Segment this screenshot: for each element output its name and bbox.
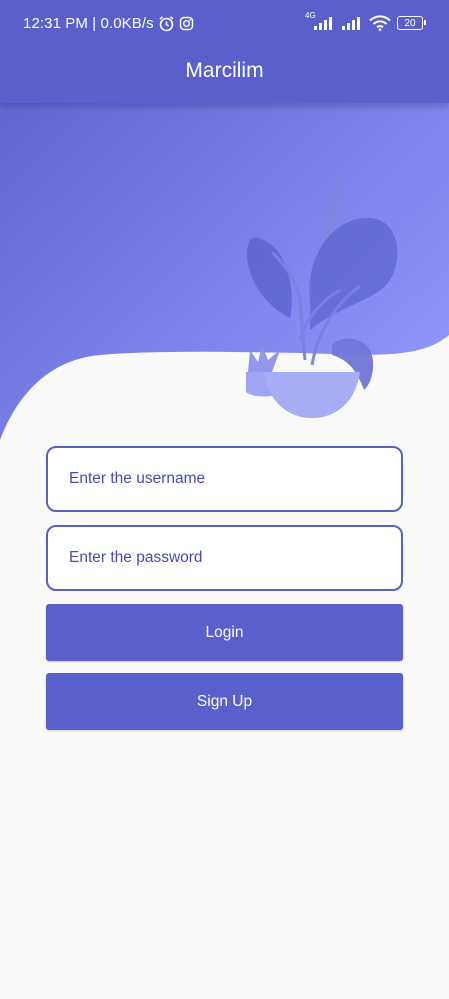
instagram-icon bbox=[179, 16, 194, 31]
signal-icon bbox=[314, 17, 332, 30]
login-button[interactable]: Login bbox=[46, 604, 403, 661]
wifi-icon bbox=[369, 15, 391, 31]
battery-level: 20 bbox=[404, 17, 416, 29]
signup-button[interactable]: Sign Up bbox=[46, 673, 403, 730]
app-title: Marcilim bbox=[185, 59, 264, 82]
app-bar: Marcilim bbox=[0, 50, 449, 103]
battery-icon: 20 bbox=[397, 16, 426, 30]
password-input[interactable] bbox=[46, 525, 403, 591]
status-time: 12:31 PM | 0.0KB/s bbox=[23, 15, 154, 32]
alarm-icon bbox=[159, 16, 174, 32]
status-right: 4G 20 bbox=[305, 11, 426, 31]
cell-signal-group: 4G bbox=[305, 11, 335, 31]
signal-icon bbox=[342, 17, 360, 30]
status-left: 12:31 PM | 0.0KB/s bbox=[23, 15, 194, 32]
status-bar: 12:31 PM | 0.0KB/s 4G 20 bbox=[0, 0, 449, 50]
username-input[interactable] bbox=[46, 446, 403, 512]
battery-tip bbox=[424, 20, 426, 25]
